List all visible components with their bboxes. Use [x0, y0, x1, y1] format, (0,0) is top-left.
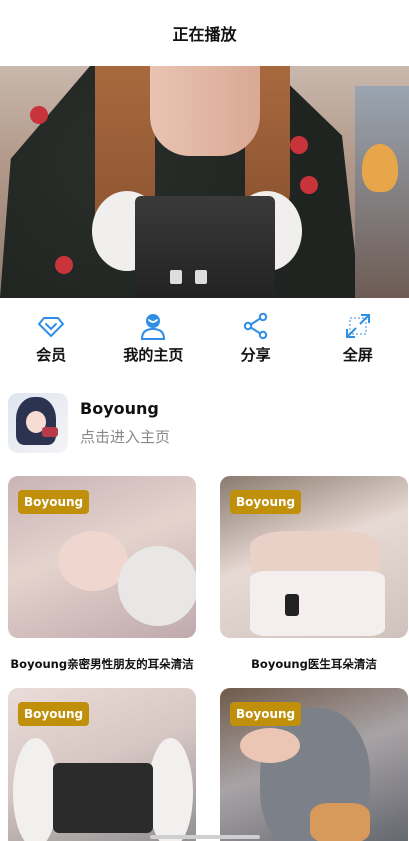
- video-thumbnail[interactable]: Boyoung: [220, 688, 408, 841]
- my-homepage-button[interactable]: 我的主页: [102, 312, 204, 368]
- vip-label: 会员: [36, 346, 67, 364]
- author-info: Boyoung 点击进入主页: [80, 399, 170, 447]
- channel-badge: Boyoung: [230, 702, 302, 726]
- avatar[interactable]: [8, 393, 68, 453]
- video-thumbnail[interactable]: Boyoung: [8, 688, 196, 841]
- fullscreen-label: 全屏: [342, 346, 373, 364]
- author-subtitle: 点击进入主页: [80, 428, 171, 446]
- share-button[interactable]: 分享: [205, 312, 307, 368]
- author-name: Boyoung: [80, 399, 159, 418]
- page-title: 正在播放: [172, 25, 237, 44]
- share-label: 分享: [240, 346, 271, 364]
- toy-bear: [362, 144, 398, 192]
- action-bar: 会员 我的主页 分享 全屏: [0, 312, 409, 368]
- top-bar: 正在播放: [0, 0, 409, 66]
- fullscreen-icon: [345, 314, 370, 338]
- channel-badge: Boyoung: [230, 490, 302, 514]
- user-icon: [141, 314, 166, 340]
- video-title[interactable]: Boyoung亲密男性朋友的耳朵清洁: [8, 656, 196, 672]
- video-card[interactable]: Boyoung Boyoung亲密男性朋友的耳朵清洁: [8, 476, 196, 672]
- channel-badge: Boyoung: [18, 490, 90, 514]
- video-title[interactable]: Boyoung医生耳朵清洁: [220, 656, 408, 672]
- video-thumbnail[interactable]: Boyoung: [8, 476, 196, 638]
- vip-button[interactable]: 会员: [0, 312, 102, 368]
- video-player[interactable]: [0, 66, 409, 298]
- video-thumbnail[interactable]: Boyoung: [220, 476, 408, 638]
- fullscreen-button[interactable]: 全屏: [307, 312, 409, 368]
- channel-badge: Boyoung: [18, 702, 90, 726]
- share-icon: [243, 312, 267, 340]
- video-card[interactable]: Boyoung Boyoung医生耳朵清洁: [220, 476, 408, 672]
- video-card[interactable]: Boyoung: [8, 688, 196, 841]
- home-indicator[interactable]: [150, 835, 260, 839]
- video-card[interactable]: Boyoung: [220, 688, 408, 841]
- my-homepage-label: 我的主页: [123, 346, 184, 364]
- diamond-icon: [38, 317, 65, 337]
- author-card[interactable]: Boyoung 点击进入主页: [8, 392, 401, 454]
